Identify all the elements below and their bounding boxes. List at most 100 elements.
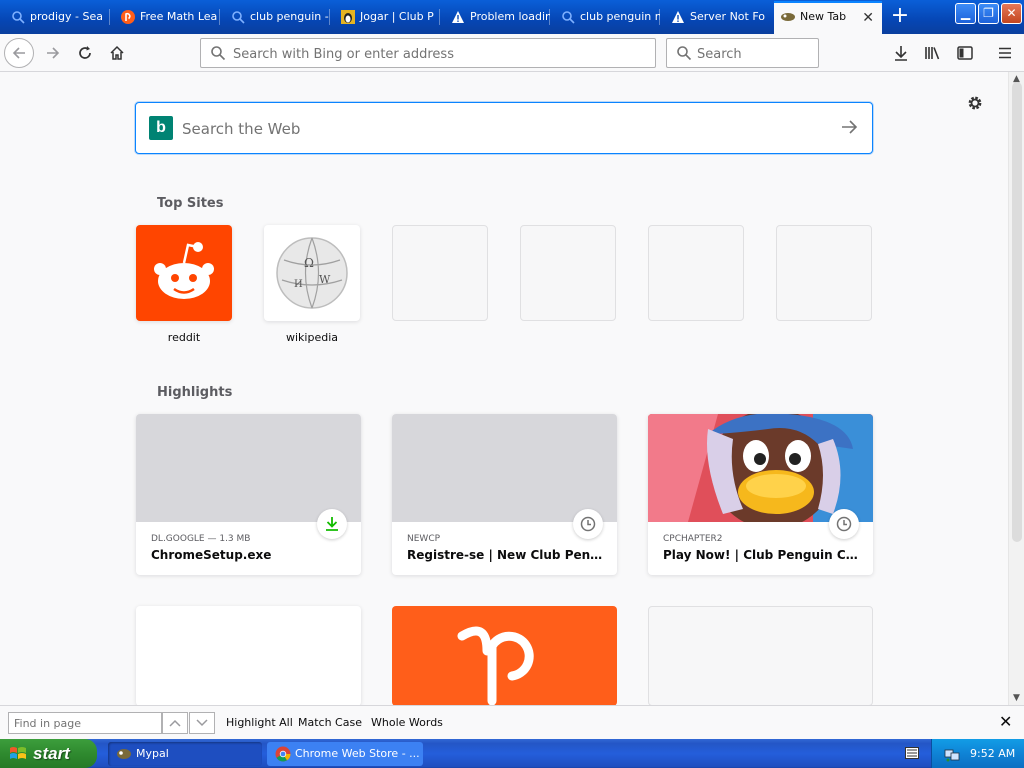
url-bar[interactable] <box>200 38 656 68</box>
highlight-card[interactable]: CPCHAPTER2 Play Now! | Club Penguin Chap… <box>648 414 873 575</box>
top-site-tile-empty[interactable] <box>392 225 488 321</box>
clock[interactable]: 9:52 AM <box>970 739 1015 768</box>
find-next-button[interactable] <box>189 712 215 734</box>
top-site-tile-reddit[interactable] <box>136 225 232 321</box>
navigation-toolbar <box>0 34 1024 72</box>
highlight-title: ChromeSetup.exe <box>151 548 272 562</box>
start-button[interactable]: start <box>0 739 97 768</box>
web-search-input[interactable] <box>182 118 822 140</box>
library-icon <box>925 47 940 60</box>
tab-club-penguin-search[interactable]: club penguin - <box>224 3 330 31</box>
restore-button[interactable]: ❐ <box>978 3 999 24</box>
highlight-card-empty[interactable] <box>648 606 873 705</box>
new-tab-page: b Top Sites reddit Ω W И wikipedia <box>0 72 1008 705</box>
gear-icon <box>968 96 982 110</box>
highlight-card-prodigy[interactable] <box>392 606 617 705</box>
downloads-button[interactable] <box>888 40 914 66</box>
search-icon <box>676 45 692 65</box>
svg-text:W: W <box>319 273 331 286</box>
find-previous-button[interactable] <box>162 712 188 734</box>
scrollbar-thumb[interactable] <box>1012 82 1022 542</box>
back-arrow-icon <box>12 47 25 59</box>
taskbar-item-mypal[interactable]: Mypal <box>108 742 262 766</box>
tab-problem-loading[interactable]: Problem loadin <box>444 3 550 31</box>
clock-icon <box>573 509 603 539</box>
tab-label: Problem loadin <box>470 10 550 23</box>
scroll-down-icon[interactable]: ▼ <box>1013 693 1020 703</box>
top-site-tile-empty[interactable] <box>648 225 744 321</box>
network-icon[interactable] <box>944 746 960 762</box>
highlight-card[interactable]: DL.GOOGLE — 1.3 MB ChromeSetup.exe <box>136 414 361 575</box>
tab-prodigy-search[interactable]: prodigy - Sea <box>4 3 110 31</box>
tab-label: Jogar | Club P <box>360 10 434 23</box>
highlight-title: Play Now! | Club Penguin Chapte... <box>663 548 863 562</box>
sidebar-icon <box>957 46 973 60</box>
search-input[interactable] <box>697 45 812 63</box>
highlight-source: NEWCP <box>407 534 441 544</box>
highlight-thumbnail <box>136 414 361 522</box>
highlight-card[interactable] <box>136 606 361 705</box>
taskbar-item-label: Mypal <box>136 747 169 760</box>
top-sites-heading: Top Sites <box>157 196 224 211</box>
close-tab-icon[interactable]: ✕ <box>862 11 874 25</box>
vertical-scrollbar[interactable]: ▲ ▼ <box>1008 72 1024 705</box>
search-bar[interactable] <box>666 38 819 68</box>
tab-jogar-club-penguin[interactable]: Jogar | Club P <box>334 3 440 31</box>
top-site-label: reddit <box>167 331 201 344</box>
tab-label: club penguin n <box>580 10 660 23</box>
tab-new-tab[interactable]: New Tab ✕ <box>774 1 882 34</box>
close-window-button[interactable]: ✕ <box>1001 3 1022 24</box>
keyboard-language-icon[interactable] <box>905 747 919 759</box>
top-site-tile-empty[interactable] <box>520 225 616 321</box>
tab-label: New Tab <box>800 10 847 23</box>
tab-label: prodigy - Sea <box>30 10 103 23</box>
chevron-down-icon <box>196 719 208 727</box>
home-button[interactable] <box>104 40 130 66</box>
new-tab-button[interactable]: + <box>888 5 912 29</box>
club-penguin-icon <box>340 9 356 25</box>
top-site-tile-wikipedia[interactable]: Ω W И <box>264 225 360 321</box>
prodigy-icon <box>120 9 136 25</box>
search-go-arrow-icon[interactable] <box>840 118 858 140</box>
svg-text:Ω: Ω <box>304 256 314 270</box>
svg-text:И: И <box>294 279 303 290</box>
web-search-box[interactable]: b <box>135 102 873 154</box>
start-label: start <box>33 744 70 763</box>
menu-button[interactable] <box>992 40 1018 66</box>
reload-button[interactable] <box>72 40 98 66</box>
system-tray: 9:52 AM <box>931 739 1024 768</box>
highlights-heading: Highlights <box>157 385 233 400</box>
url-input[interactable] <box>233 45 643 63</box>
search-icon <box>560 9 576 25</box>
reload-icon <box>79 46 91 59</box>
highlight-source: CPCHAPTER2 <box>663 534 723 544</box>
hamburger-menu-icon <box>999 47 1011 59</box>
tab-strip: prodigy - Sea Free Math Lea club penguin… <box>0 0 1024 34</box>
bing-logo-icon: b <box>149 116 173 140</box>
back-button[interactable] <box>4 38 34 68</box>
warning-icon <box>670 9 686 25</box>
top-site-tile-empty[interactable] <box>776 225 872 321</box>
library-button[interactable] <box>920 40 946 66</box>
search-icon <box>10 9 26 25</box>
minimize-button[interactable]: ▁ <box>955 3 976 24</box>
forward-button[interactable] <box>40 40 66 66</box>
highlight-title: Registre-se | New Club Penguin <box>407 548 607 562</box>
highlight-thumbnail <box>392 414 617 522</box>
sidebar-button[interactable] <box>952 40 978 66</box>
tab-club-penguin-n[interactable]: club penguin n <box>554 3 660 31</box>
prodigy-logo-icon <box>457 626 534 705</box>
highlight-all-toggle[interactable]: Highlight All <box>226 716 293 729</box>
find-input[interactable] <box>8 712 162 734</box>
tab-label: Free Math Lea <box>140 10 218 23</box>
tab-server-not-found[interactable]: Server Not Fo <box>664 3 770 31</box>
whole-words-toggle[interactable]: Whole Words <box>371 716 443 729</box>
clock-icon <box>829 509 859 539</box>
taskbar-item-chrome[interactable]: Chrome Web Store - ... <box>267 742 423 766</box>
highlight-card[interactable]: NEWCP Registre-se | New Club Penguin <box>392 414 617 575</box>
match-case-toggle[interactable]: Match Case <box>298 716 362 729</box>
customize-button[interactable] <box>966 94 984 116</box>
tab-free-math[interactable]: Free Math Lea <box>114 3 220 31</box>
chrome-icon <box>275 746 291 762</box>
close-find-bar-icon[interactable]: ✕ <box>999 714 1012 730</box>
